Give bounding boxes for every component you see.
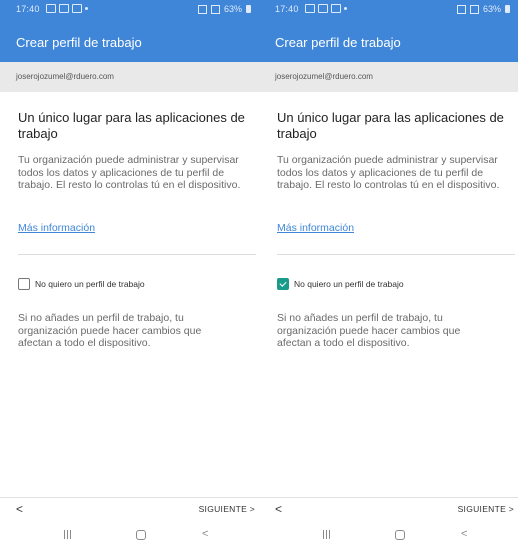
phone-screen-right: 17:40 63% Crear perfil de trabajo josero… (259, 0, 518, 548)
page-heading: Un único lugar para las aplicaciones de … (277, 110, 504, 141)
screenshot-stage: 17:40 63% Crear perfil de trabajo josero… (0, 0, 518, 548)
system-nav-bar: < (259, 523, 518, 548)
account-email: joserojozumel@rduero.com (275, 72, 373, 81)
status-time: 17:40 (16, 4, 40, 14)
gallery-notification-icon (46, 4, 56, 13)
back-button[interactable]: < (275, 502, 282, 516)
back-button[interactable]: < (16, 502, 23, 516)
mute-icon (197, 4, 207, 14)
battery-icon (505, 5, 510, 13)
account-email: joserojozumel@rduero.com (16, 72, 114, 81)
divider (18, 254, 256, 255)
gallery-notification-icon (305, 4, 315, 13)
signal-icon (210, 4, 220, 14)
battery-percent: 63% (223, 4, 242, 14)
recent-apps-icon[interactable] (323, 530, 330, 539)
description-text: Tu organización puede administrar y supe… (277, 154, 500, 191)
status-bar: 17:40 63% (0, 0, 259, 18)
footer-divider (259, 497, 518, 498)
status-bar: 17:40 63% (259, 0, 518, 18)
more-notifications-icon (344, 7, 347, 10)
nav-back-icon[interactable]: < (202, 528, 208, 540)
learn-more-link[interactable]: Más información (277, 222, 354, 234)
no-work-profile-checkbox[interactable] (277, 278, 289, 290)
divider (277, 254, 515, 255)
warning-note: Si no añades un perfil de trabajo, tu or… (277, 312, 461, 349)
phone-screen-left: 17:40 63% Crear perfil de trabajo josero… (0, 0, 259, 548)
account-row: joserojozumel@rduero.com (0, 62, 259, 92)
no-work-profile-option[interactable]: No quiero un perfil de trabajo (277, 278, 404, 290)
next-button[interactable]: SIGUIENTE > (199, 504, 255, 514)
no-work-profile-option[interactable]: No quiero un perfil de trabajo (18, 278, 145, 290)
checkbox-label: No quiero un perfil de trabajo (294, 279, 404, 289)
message-notification-icon (318, 4, 328, 13)
app-notification-icon (331, 4, 341, 13)
checkbox-label: No quiero un perfil de trabajo (35, 279, 145, 289)
home-icon[interactable] (395, 530, 405, 540)
next-button[interactable]: SIGUIENTE > (458, 504, 514, 514)
no-work-profile-checkbox[interactable] (18, 278, 30, 290)
message-notification-icon (59, 4, 69, 13)
app-bar-title: Crear perfil de trabajo (16, 35, 142, 50)
learn-more-link[interactable]: Más información (18, 222, 95, 234)
account-row: joserojozumel@rduero.com (259, 62, 518, 92)
status-time: 17:40 (275, 4, 299, 14)
notification-icons (305, 4, 347, 13)
footer-divider (0, 497, 259, 498)
home-icon[interactable] (136, 530, 146, 540)
notification-icons (46, 4, 88, 13)
system-nav-bar: < (0, 523, 259, 548)
battery-percent: 63% (482, 4, 501, 14)
nav-back-icon[interactable]: < (461, 528, 467, 540)
system-icons: 63% (197, 4, 251, 14)
warning-note: Si no añades un perfil de trabajo, tu or… (18, 312, 202, 349)
mute-icon (456, 4, 466, 14)
description-text: Tu organización puede administrar y supe… (18, 154, 241, 191)
system-icons: 63% (456, 4, 510, 14)
signal-icon (469, 4, 479, 14)
battery-icon (246, 5, 251, 13)
page-heading: Un único lugar para las aplicaciones de … (18, 110, 245, 141)
app-bar-title: Crear perfil de trabajo (275, 35, 401, 50)
more-notifications-icon (85, 7, 88, 10)
app-notification-icon (72, 4, 82, 13)
recent-apps-icon[interactable] (64, 530, 71, 539)
